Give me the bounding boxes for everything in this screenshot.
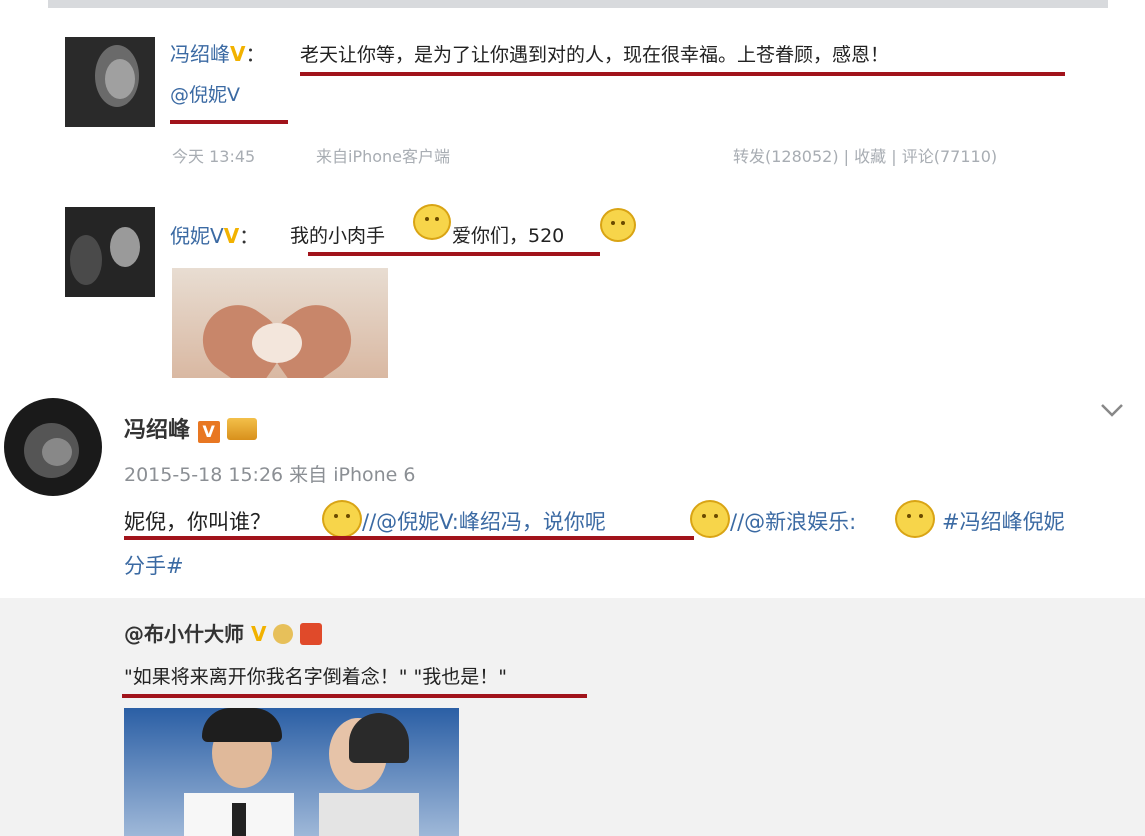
post-text-b[interactable]: //@倪妮V:峰绍冯，说你呢 (362, 506, 606, 536)
hashtag-link-cont[interactable]: 分手# (124, 550, 184, 580)
post-author-line: @布小什大师 V (124, 618, 323, 647)
underline-4 (124, 536, 694, 540)
author-name[interactable]: 倪妮V (170, 224, 224, 248)
emoji-icon (690, 500, 730, 538)
post-author-name[interactable]: 冯绍峰V： (170, 38, 265, 67)
post-time[interactable]: 今天 13:45 (172, 143, 255, 167)
heart-hands-photo[interactable] (172, 268, 388, 378)
action-bar: 转发(128052) | 收藏 | 评论(77110) (733, 143, 997, 167)
post-source[interactable]: 来自iPhone客户端 (316, 143, 450, 167)
author-name[interactable]: 冯绍峰 (124, 418, 190, 443)
avatar[interactable] (4, 398, 102, 496)
chevron-down-icon[interactable] (1097, 400, 1127, 420)
underline-2 (170, 120, 288, 124)
emoji-icon (322, 500, 362, 538)
red-badge-icon (300, 623, 323, 645)
post-timestamp[interactable]: 2015-5-18 15:26 来自 iPhone 6 (124, 460, 415, 487)
post-card-3: @布小什大师 V "如果将来离开你我名字倒着念！" "我也是！" (0, 598, 1145, 836)
top-divider (48, 0, 1108, 8)
emoji-icon (600, 208, 636, 242)
verified-badge: V (223, 224, 240, 248)
reply-text-b: 爱你们，520 (452, 225, 565, 247)
author-name[interactable]: @布小什大师 (124, 622, 244, 646)
reply-text-a: 我的小肉手 (290, 225, 386, 247)
post-text: 老天让你等，是为了让你遇到对的人，现在很幸福。上苍眷顾，感恩！ (300, 44, 890, 66)
post-card-2: 冯绍峰 V 2015-5-18 15:26 来自 iPhone 6 妮倪，你叫谁… (0, 378, 1145, 598)
favorite-link[interactable]: 收藏 (854, 147, 886, 166)
hashtag-link[interactable]: #冯绍峰倪妮 (942, 506, 1065, 536)
verified-badge: V (197, 421, 220, 443)
separator: | (843, 147, 850, 166)
repost-link[interactable]: 转发(128052) (733, 147, 839, 166)
couple-photo[interactable] (124, 708, 459, 836)
gold-badge-icon (273, 624, 294, 644)
reply-author-line: 倪妮VV： (170, 220, 259, 249)
colon: ： (245, 42, 266, 66)
author-name[interactable]: 冯绍峰 (170, 42, 230, 66)
comment-link[interactable]: 评论(77110) (902, 147, 997, 166)
verified-badge: V (250, 622, 267, 646)
avatar[interactable] (65, 207, 155, 297)
emoji-icon (895, 500, 935, 538)
underline-5 (122, 694, 587, 698)
post-author-line: 冯绍峰 V (124, 412, 258, 444)
emoji-icon (413, 204, 451, 240)
colon: ： (239, 224, 260, 248)
post-text-c[interactable]: //@新浪娱乐: (730, 506, 856, 536)
post-text-a: 妮倪，你叫谁？ (124, 510, 271, 534)
crown-badge-icon (227, 418, 258, 440)
post-text: "如果将来离开你我名字倒着念！" "我也是！" (124, 666, 507, 688)
underline-1 (300, 72, 1065, 76)
verified-badge: V (230, 42, 246, 66)
underline-3 (308, 252, 600, 256)
avatar[interactable] (65, 37, 155, 127)
mention-link[interactable]: @倪妮V (170, 80, 240, 107)
separator: | (891, 147, 897, 166)
